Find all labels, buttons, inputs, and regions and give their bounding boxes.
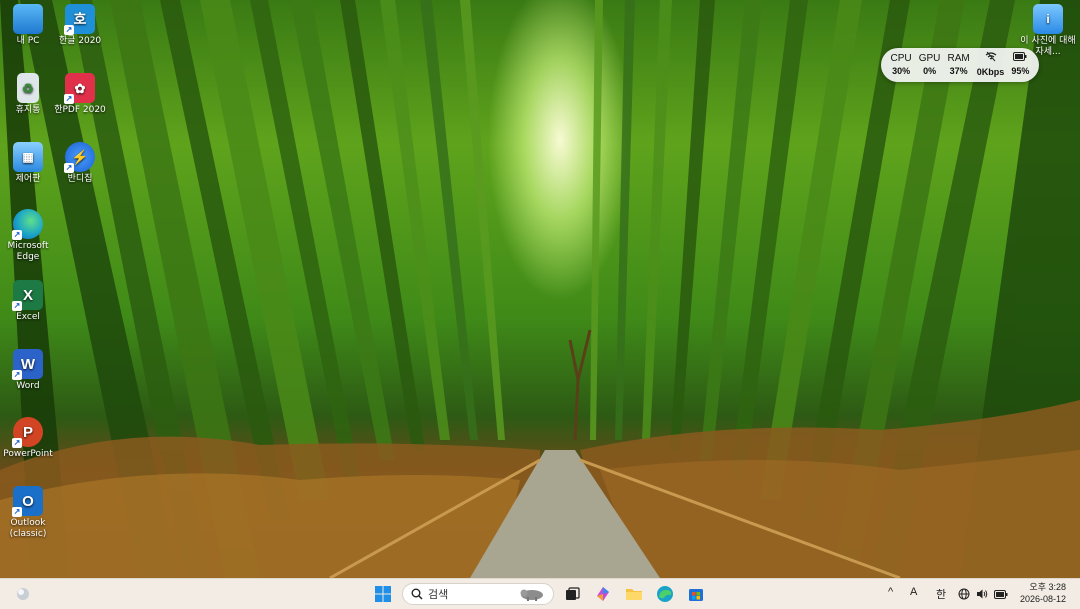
- network-stat: 0Kbps: [977, 51, 1005, 79]
- copilot-icon[interactable]: [593, 584, 613, 604]
- edge-icon: ↗: [12, 209, 43, 240]
- hangul-icon: 호 ↗: [64, 4, 95, 35]
- desktop-icon-label: Excel: [16, 312, 40, 322]
- gpu-stat: GPU 0%: [918, 53, 941, 76]
- desktop-icon-this-pc[interactable]: 내 PC: [0, 4, 56, 47]
- battery-icon: [1011, 52, 1029, 65]
- task-view-icon[interactable]: [562, 584, 582, 604]
- quick-settings-button[interactable]: [958, 584, 1008, 604]
- monitor-icon: [13, 4, 43, 34]
- clock-date: 2026-08-12: [1019, 594, 1066, 604]
- ime-language-indicator[interactable]: 한: [936, 586, 946, 602]
- photo-info-icon: i: [1033, 4, 1063, 34]
- taskbar-clock[interactable]: 오후 3:28 2026-08-12: [1020, 581, 1066, 605]
- desktop-icon-recycle-bin[interactable]: ♻ 휴지통: [0, 73, 56, 116]
- recycle-bin-icon: ♻: [17, 73, 39, 103]
- control-panel-icon: ▦: [13, 142, 43, 172]
- outlook-icon: O ↗: [12, 486, 43, 517]
- taskbar: 검색 ^ A 한 오후 3:28 2026-08-12: [0, 578, 1080, 609]
- desktop-icon-label: 반디집: [67, 174, 93, 184]
- word-icon: W ↗: [12, 349, 43, 380]
- desktop-icon-outlook[interactable]: O ↗ Outlook (classic): [0, 486, 56, 540]
- desktop-icon-control-panel[interactable]: ▦ 제어판: [0, 142, 56, 185]
- battery-icon: [994, 589, 1008, 599]
- desktop-icon-hanpdf[interactable]: ✿ ↗ 한PDF 2020: [52, 73, 108, 116]
- desktop-icon-label: Word: [16, 381, 40, 391]
- desktop-icon-label: 휴지통: [15, 105, 41, 115]
- excel-icon: X ↗: [12, 280, 43, 311]
- battery-stat: 95%: [1011, 52, 1029, 78]
- bandizip-icon: ⚡ ↗: [64, 142, 95, 173]
- bamboo-forest-image: [0, 0, 1080, 578]
- desktop-icon-edge[interactable]: ↗ Microsoft Edge: [0, 209, 56, 263]
- start-icon[interactable]: [373, 584, 393, 604]
- volume-icon: [976, 588, 988, 600]
- desktop-icon-label: PowerPoint: [3, 449, 53, 459]
- search-icon: [411, 588, 423, 600]
- file-explorer-icon[interactable]: [624, 584, 644, 604]
- ram-stat: RAM 37%: [947, 53, 970, 76]
- clock-time: 오후 3:28: [1029, 582, 1066, 592]
- edge-icon[interactable]: [655, 584, 675, 604]
- taskbar-search-box[interactable]: 검색: [402, 583, 554, 605]
- desktop-icon-label: 한PDF 2020: [54, 105, 106, 115]
- search-highlight-icon: [517, 587, 547, 601]
- desktop-icon-bandizip[interactable]: ⚡ ↗ 반디집: [52, 142, 108, 185]
- show-hidden-icons-chevron[interactable]: ^: [888, 586, 893, 598]
- widgets-icon[interactable]: [13, 584, 33, 604]
- globe-icon: [958, 588, 970, 600]
- desktop-icon-label: 한글 2020: [58, 36, 102, 46]
- desktop-icon-label: 제어판: [15, 174, 41, 184]
- desktop-icon-powerpoint[interactable]: P ↗ PowerPoint: [0, 417, 56, 460]
- desktop-icon-excel[interactable]: X ↗ Excel: [0, 280, 56, 323]
- cpu-stat: CPU 30%: [890, 53, 912, 76]
- desktop-icon-word[interactable]: W ↗ Word: [0, 349, 56, 392]
- ime-mode-indicator[interactable]: A: [910, 586, 917, 598]
- desktop-wallpaper: [0, 0, 1080, 578]
- store-icon[interactable]: [686, 584, 706, 604]
- search-placeholder: 검색: [428, 589, 449, 601]
- desktop-icon-label: 내 PC: [16, 36, 40, 46]
- desktop-icon-label: Microsoft Edge: [7, 241, 49, 262]
- hanpdf-icon: ✿ ↗: [64, 73, 95, 104]
- desktop-icon-hangul[interactable]: 호 ↗ 한글 2020: [52, 4, 108, 47]
- system-monitor-widget[interactable]: CPU 30% GPU 0% RAM 37% 0Kbps 95%: [881, 48, 1039, 82]
- powerpoint-icon: P ↗: [12, 417, 43, 448]
- desktop-icon-label: Outlook (classic): [9, 518, 47, 539]
- wifi-off-icon: [977, 51, 1005, 66]
